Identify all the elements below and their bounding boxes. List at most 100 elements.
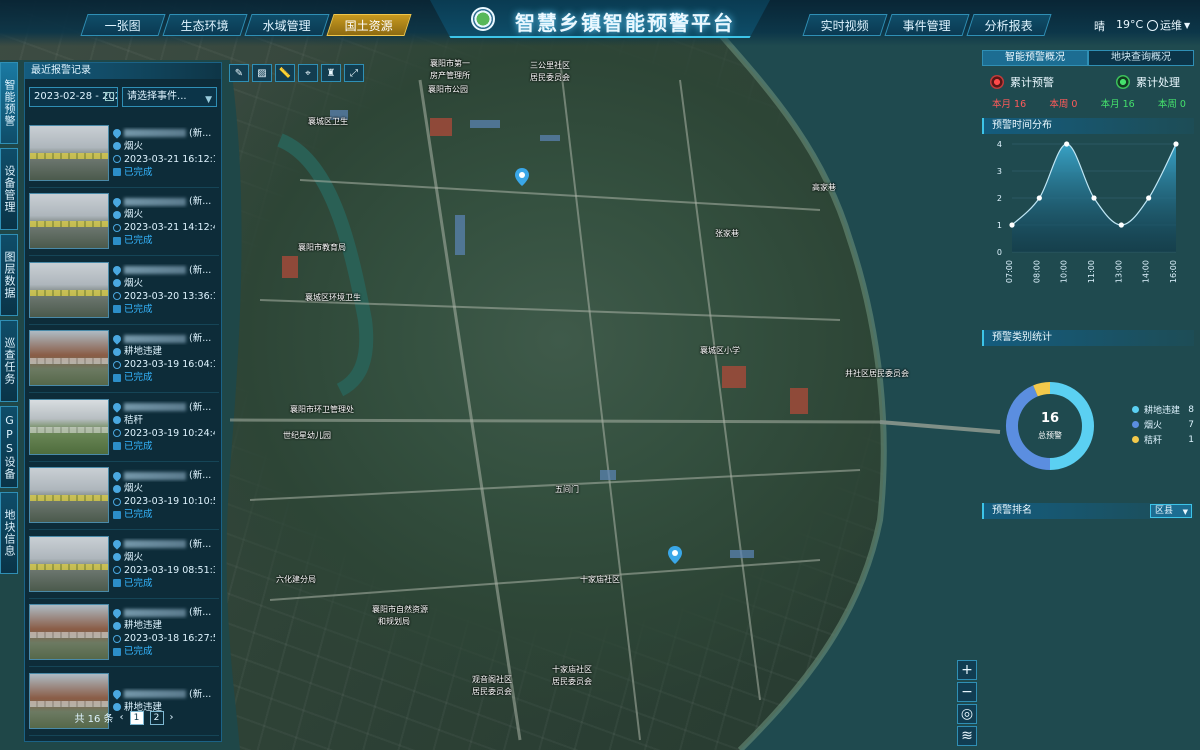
emblem-logo-icon: [471, 7, 495, 31]
alert-list-item[interactable]: (新... 烟火 2023-03-19 08:51:33 已完成: [29, 530, 219, 599]
vmenu-smart-alert[interactable]: 智能预警: [0, 62, 18, 144]
time-distribution-chart: 0 1 2 3 4 07:00 08:00 10:00 11:00 13:00 14:00 16:00: [997, 140, 1179, 283]
alert-type: 秸秆: [124, 414, 144, 426]
legend-swatch: [1132, 406, 1139, 413]
alert-thumbnail[interactable]: [29, 398, 109, 455]
total-count: 共 16 条: [74, 714, 114, 725]
location-pin-icon: [113, 688, 123, 700]
temperature-text: 19°C: [1116, 18, 1144, 31]
next-page-button[interactable]: ›: [170, 712, 174, 723]
nav-tab-live-video[interactable]: 实时视频: [802, 14, 888, 36]
alert-status: 已完成: [124, 235, 153, 247]
tab-plot-query-overview[interactable]: 地块查询概况: [1088, 50, 1194, 66]
calendar-icon: [105, 92, 115, 101]
date-range-input[interactable]: 2023-02-28 - 2023-03-28: [29, 87, 119, 107]
alert-thumbnail[interactable]: [29, 535, 109, 592]
alert-thumbnail[interactable]: [29, 330, 109, 387]
user-menu[interactable]: 运维 ▼: [1147, 17, 1190, 33]
donut-slice: [1049, 382, 1094, 470]
legend-entry: 烟火 7: [1132, 417, 1194, 432]
map-place-label: 襄城区小学: [700, 346, 740, 355]
vmenu-plot-info[interactable]: 地块信息: [0, 492, 18, 574]
vmenu-device-management[interactable]: 设备管理: [0, 148, 18, 230]
pin-icon[interactable]: ⌖: [298, 64, 318, 82]
map-place-label: 井社区居民委员会: [845, 369, 909, 378]
alert-list-item[interactable]: (新... 烟火 2023-03-21 16:12:11 已完成: [29, 119, 219, 188]
alert-dot-icon: [990, 75, 1004, 89]
vmenu-layer-data[interactable]: 图层数据: [0, 234, 18, 316]
layers-icon[interactable]: ≋: [957, 726, 977, 746]
tower-icon[interactable]: ♜: [321, 64, 341, 82]
ruler-icon[interactable]: 📏: [275, 64, 295, 82]
nav-tab-land-resources[interactable]: 国土资源: [326, 14, 412, 36]
alert-list-item[interactable]: (新... 耕地违建 2023-03-18 16:27:56 已完成: [29, 599, 219, 667]
alert-thumbnail[interactable]: [29, 467, 109, 524]
chevron-down-icon: ▼: [205, 95, 212, 105]
district-select[interactable]: 区县 ▼: [1150, 504, 1192, 518]
alert-time: 2023-03-18 16:27:56: [124, 633, 215, 645]
clock-icon: [113, 497, 121, 506]
map-place-label: 襄阳市教育局: [298, 243, 346, 252]
cumulative-handled-label: 累计处理: [1136, 76, 1180, 89]
page-2-button[interactable]: 2: [149, 710, 164, 725]
map-place-label: 襄阳市自然资源: [372, 605, 428, 614]
category-donut-chart: 16 总预警: [1006, 382, 1094, 470]
event-type-select[interactable]: 请选择事件... ▼: [122, 87, 217, 107]
alert-list-item[interactable]: (新... 烟火 2023-03-19 10:10:52 已完成: [29, 462, 219, 530]
pencil-icon[interactable]: ✎: [229, 64, 249, 82]
alert-location-pin-icon[interactable]: [515, 168, 529, 186]
x-tick-label: 14:00: [1142, 260, 1151, 283]
legend-value: 1: [1188, 434, 1194, 445]
alert-list-item[interactable]: (新... 耕地违建 2023-03-19 16:04:19 已完成: [29, 325, 219, 393]
hatch-icon[interactable]: ▨: [252, 64, 272, 82]
vmenu-gps-devices[interactable]: GPS设备: [0, 406, 18, 488]
clock-icon: [113, 429, 121, 438]
vmenu-patrol-tasks[interactable]: 巡查任务: [0, 320, 18, 402]
clock-icon: [113, 566, 121, 575]
alert-list-item[interactable]: (新... 烟火 2023-03-21 14:12:43 已完成: [29, 188, 219, 256]
location-pin-icon: [113, 127, 123, 139]
zoom-controls: + − ◎ ≋: [957, 660, 977, 748]
nav-tab-reports[interactable]: 分析报表: [966, 14, 1052, 36]
redacted-address: [124, 334, 186, 343]
time-distribution-title: 预警时间分布: [982, 118, 1194, 134]
left-vertical-menu: 智能预警 设备管理 图层数据 巡查任务 GPS设备 地块信息: [0, 62, 18, 598]
locate-icon[interactable]: ◎: [957, 704, 977, 724]
alert-time: 2023-03-19 10:24:48: [124, 427, 215, 439]
alert-thumbnail[interactable]: [29, 261, 109, 318]
y-tick-label: 2: [997, 194, 1002, 203]
redacted-address: [124, 540, 186, 549]
alert-location: (新...: [189, 538, 212, 550]
map-toolbar: ✎ ▨ 📏 ⌖ ♜ ⤢: [229, 64, 364, 82]
expand-icon[interactable]: ⤢: [344, 64, 364, 82]
alert-status: 已完成: [124, 509, 153, 521]
legend-label: 耕地违建: [1144, 406, 1181, 416]
alert-list-item[interactable]: (新... 耕地违建: [29, 667, 219, 736]
tab-alert-overview[interactable]: 智能预警概况: [982, 50, 1088, 66]
map-place-label: 房产管理所: [430, 71, 470, 80]
nav-tab-ecology[interactable]: 生态环境: [162, 14, 248, 36]
alert-thumbnail[interactable]: [29, 124, 109, 181]
legend-entry: 耕地违建 8: [1132, 402, 1194, 417]
zoom-out-button[interactable]: −: [957, 682, 977, 702]
alert-type: 耕地违建: [124, 346, 163, 358]
nav-tab-events[interactable]: 事件管理: [884, 14, 970, 36]
alert-thumbnail[interactable]: [29, 604, 109, 661]
map-place-label: 居民委员会: [552, 677, 592, 686]
zoom-in-button[interactable]: +: [957, 660, 977, 680]
nav-tab-map[interactable]: 一张图: [80, 14, 166, 36]
event-type-icon: [113, 279, 121, 288]
prev-page-button[interactable]: ‹: [120, 712, 124, 723]
alert-thumbnail[interactable]: [29, 193, 109, 250]
alert-type: 烟火: [124, 483, 144, 495]
y-tick-label: 4: [997, 140, 1002, 149]
data-point: [1064, 141, 1070, 147]
alert-list-item[interactable]: (新... 烟火 2023-03-20 13:36:16 已完成: [29, 256, 219, 325]
page-1-button[interactable]: 1: [129, 710, 144, 725]
alert-location-pin-icon[interactable]: [668, 546, 682, 564]
nav-tab-water[interactable]: 水域管理: [244, 14, 330, 36]
location-pin-icon: [113, 538, 123, 550]
category-stats-title: 预警类别统计: [982, 330, 1194, 346]
alert-location: (新...: [189, 333, 212, 345]
alert-list-item[interactable]: (新... 秸秆 2023-03-19 10:24:48 已完成: [29, 393, 219, 462]
